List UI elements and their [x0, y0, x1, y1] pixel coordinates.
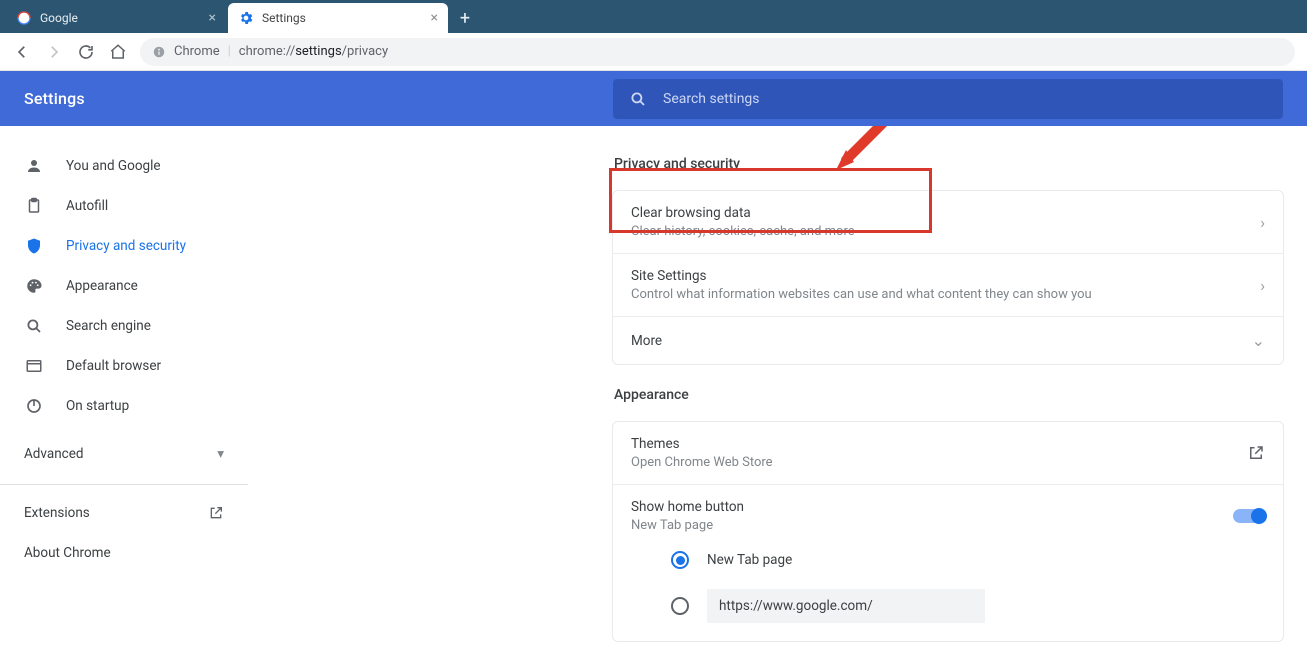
- about-label: About Chrome: [24, 545, 111, 561]
- sidebar-item-label: Default browser: [66, 358, 161, 374]
- new-tab-button[interactable]: +: [450, 3, 480, 33]
- forward-button[interactable]: [44, 42, 64, 62]
- search-icon: [24, 316, 44, 336]
- row-title: Show home button: [631, 499, 1233, 515]
- privacy-card: Clear browsing data Clear history, cooki…: [612, 190, 1284, 365]
- tab-title: Settings: [262, 11, 306, 25]
- row-sub: New Tab page: [631, 518, 1233, 533]
- sidebar-item-appearance[interactable]: Appearance: [0, 266, 248, 306]
- row-title: Site Settings: [631, 268, 1260, 284]
- address-bar[interactable]: Chrome | chrome://settings/privacy: [140, 38, 1295, 66]
- sidebar: You and Google Autofill Privacy and secu…: [0, 126, 248, 653]
- google-favicon-icon: [16, 10, 32, 26]
- row-title: Themes: [631, 436, 1247, 452]
- home-button[interactable]: [108, 42, 128, 62]
- tab-google[interactable]: Google ×: [6, 3, 226, 33]
- shield-icon: [24, 236, 44, 256]
- radio-label: New Tab page: [707, 552, 792, 568]
- row-site-settings[interactable]: Site Settings Control what information w…: [613, 254, 1283, 317]
- row-title: More: [631, 333, 1252, 349]
- tab-close-icon[interactable]: ×: [209, 10, 216, 26]
- settings-header: Settings: [0, 71, 1307, 126]
- open-in-new-icon: [208, 505, 224, 521]
- row-more[interactable]: More ⌄: [613, 317, 1283, 364]
- sidebar-item-privacy[interactable]: Privacy and security: [0, 226, 248, 266]
- appearance-card: Themes Open Chrome Web Store Show home b…: [612, 421, 1284, 642]
- url-text: chrome://settings/privacy: [239, 44, 388, 59]
- row-clear-browsing-data[interactable]: Clear browsing data Clear history, cooki…: [613, 191, 1283, 254]
- section-title-privacy: Privacy and security: [614, 156, 1284, 172]
- chevron-down-icon: ▾: [217, 446, 224, 462]
- gear-icon: [238, 10, 254, 26]
- main-content: Privacy and security Clear browsing data…: [248, 126, 1307, 653]
- tab-title: Google: [40, 11, 78, 25]
- section-title-appearance: Appearance: [614, 387, 1284, 403]
- sidebar-item-you-and-google[interactable]: You and Google: [0, 146, 248, 186]
- radio-custom-url[interactable]: [671, 597, 689, 615]
- sidebar-item-label: Privacy and security: [66, 238, 186, 254]
- radio-row-newtab[interactable]: New Tab page: [613, 541, 1283, 579]
- back-button[interactable]: [12, 42, 32, 62]
- clipboard-icon: [24, 196, 44, 216]
- tab-close-icon[interactable]: ×: [431, 10, 438, 26]
- open-in-new-icon: [1247, 444, 1265, 462]
- person-icon: [24, 156, 44, 176]
- extensions-label: Extensions: [24, 505, 90, 521]
- sidebar-about[interactable]: About Chrome: [0, 533, 248, 573]
- chevron-right-icon: ›: [1260, 213, 1265, 232]
- sidebar-item-label: On startup: [66, 398, 129, 414]
- sidebar-item-on-startup[interactable]: On startup: [0, 386, 248, 426]
- sidebar-item-label: Search engine: [66, 318, 151, 334]
- advanced-label: Advanced: [24, 446, 84, 462]
- sidebar-item-search-engine[interactable]: Search engine: [0, 306, 248, 346]
- row-sub: Open Chrome Web Store: [631, 455, 1247, 470]
- sidebar-advanced[interactable]: Advanced ▾: [0, 432, 248, 476]
- browser-toolbar: Chrome | chrome://settings/privacy: [0, 33, 1307, 71]
- page-title: Settings: [24, 89, 85, 108]
- sidebar-extensions[interactable]: Extensions: [0, 493, 248, 533]
- sidebar-item-default-browser[interactable]: Default browser: [0, 346, 248, 386]
- home-url-input[interactable]: [707, 589, 985, 623]
- reload-button[interactable]: [76, 42, 96, 62]
- sidebar-item-autofill[interactable]: Autofill: [0, 186, 248, 226]
- sidebar-item-label: Autofill: [66, 198, 108, 214]
- sidebar-item-label: You and Google: [66, 158, 161, 174]
- row-sub: Clear history, cookies, cache, and more: [631, 224, 1260, 239]
- row-show-home-button: Show home button New Tab page: [613, 485, 1283, 541]
- home-button-toggle[interactable]: [1233, 509, 1265, 523]
- radio-row-custom-url[interactable]: [613, 579, 1283, 641]
- site-info-icon[interactable]: [152, 45, 166, 59]
- palette-icon: [24, 276, 44, 296]
- row-sub: Control what information websites can us…: [631, 287, 1260, 302]
- radio-newtab[interactable]: [671, 551, 689, 569]
- tab-settings[interactable]: Settings ×: [228, 3, 448, 33]
- power-icon: [24, 396, 44, 416]
- sidebar-item-label: Appearance: [66, 278, 138, 294]
- tab-strip: Google × Settings × +: [0, 0, 1307, 33]
- search-settings[interactable]: [613, 79, 1283, 119]
- row-themes[interactable]: Themes Open Chrome Web Store: [613, 422, 1283, 485]
- search-icon: [629, 90, 647, 108]
- row-title: Clear browsing data: [631, 205, 1260, 221]
- url-prefix: Chrome: [174, 44, 220, 59]
- search-input[interactable]: [663, 91, 1267, 107]
- browser-icon: [24, 356, 44, 376]
- chevron-right-icon: ›: [1260, 276, 1265, 295]
- chevron-down-icon: ⌄: [1252, 331, 1265, 350]
